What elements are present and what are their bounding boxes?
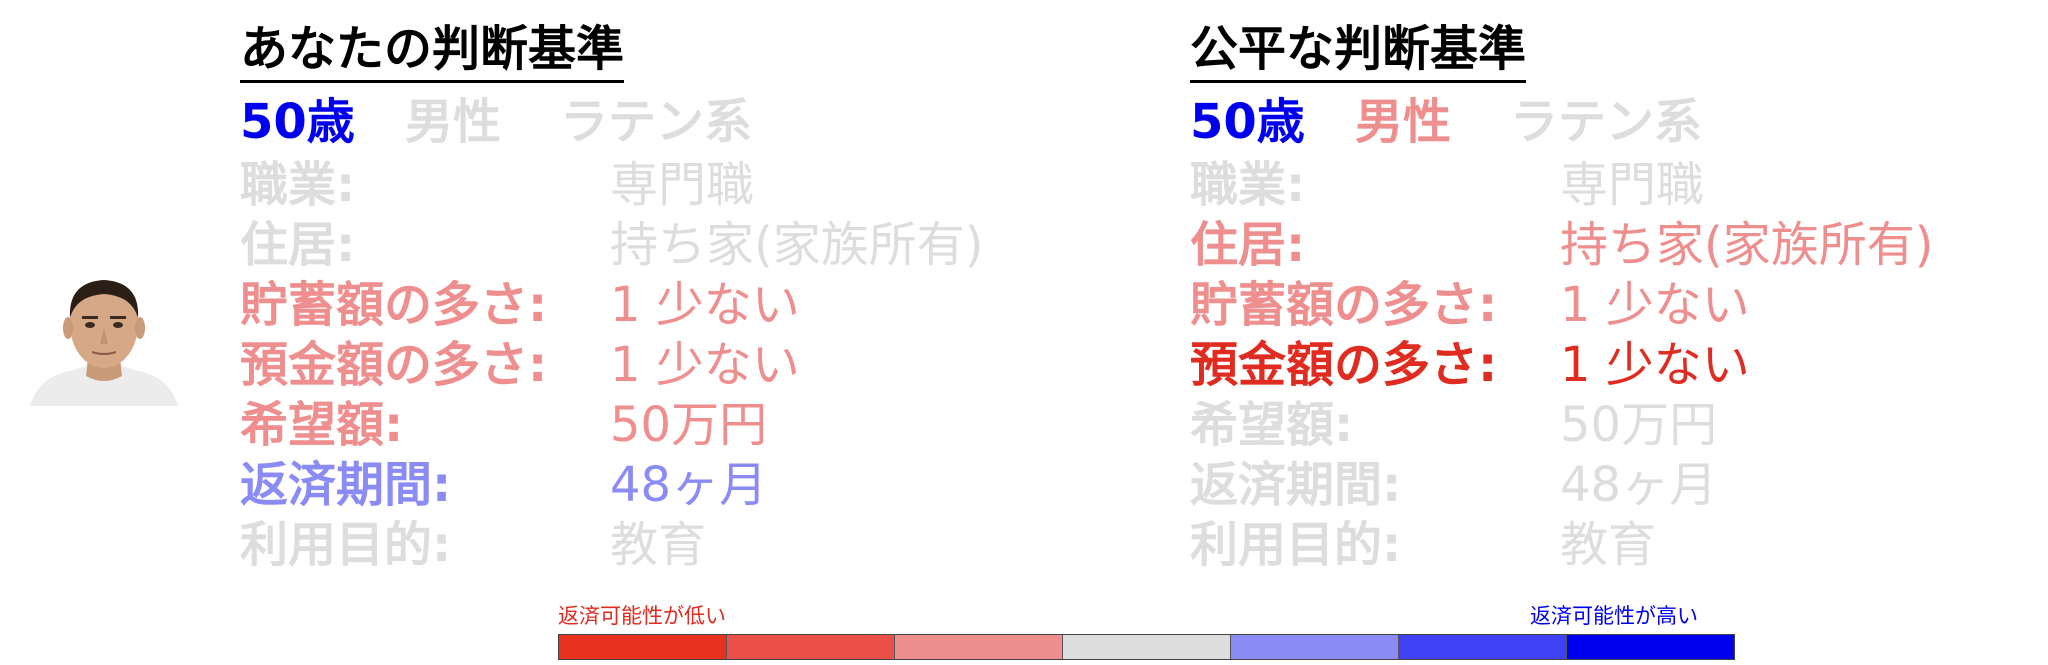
color-scale-cell <box>559 635 727 659</box>
criteria-label: 貯蓄額の多さ: <box>240 277 548 333</box>
criteria-rows: 職業: 専門職 住居: 持ち家(家族所有) 貯蓄額の多さ: 1 少ない 預金額の多さ: 1 少… <box>1190 155 1933 575</box>
color-scale-cell <box>895 635 1063 659</box>
criteria-value: 持ち家(家族所有) <box>610 217 984 273</box>
your-criteria-title: あなたの判断基準 <box>240 18 625 83</box>
criteria-value: 専門職 <box>610 157 755 213</box>
criteria-row: 希望額: 50万円 <box>1190 395 1717 455</box>
criteria-row: 預金額の多さ: 1 少ない <box>1190 335 1750 395</box>
criteria-label: 職業: <box>1190 157 1306 213</box>
criteria-value: 48ヶ月 <box>610 457 768 513</box>
criteria-value: 50万円 <box>610 397 768 453</box>
criteria-label: 返済期間: <box>240 457 452 513</box>
demographics: 50歳 男性 ラテン系 <box>1190 91 1702 153</box>
criteria-row: 返済期間: 48ヶ月 <box>1190 455 1717 515</box>
criteria-value: 1 少ない <box>1560 277 1750 333</box>
color-scale-cell <box>1567 635 1734 659</box>
age: 50歳 <box>1190 94 1305 150</box>
criteria-value: 1 少ない <box>610 277 800 333</box>
criteria-rows: 職業: 専門職 住居: 持ち家(家族所有) 貯蓄額の多さ: 1 少ない 預金額の多さ: 1 少… <box>240 155 983 575</box>
criteria-value: 持ち家(家族所有) <box>1560 217 1934 273</box>
your-criteria-panel: あなたの判断基準 50歳 男性 ラテン系 職業: 専門職 住居: 持ち家(家族所有) 貯… <box>240 18 983 575</box>
person-avatar <box>30 272 178 406</box>
gender: 男性 <box>1355 94 1452 150</box>
criteria-label: 預金額の多さ: <box>240 337 548 393</box>
criteria-row: 職業: 専門職 <box>240 155 754 215</box>
criteria-row: 利用目的: 教育 <box>240 515 706 575</box>
criteria-label: 希望額: <box>240 397 404 453</box>
criteria-label: 希望額: <box>1190 397 1354 453</box>
criteria-value: 教育 <box>1560 517 1657 573</box>
criteria-value: 専門職 <box>1560 157 1705 213</box>
criteria-label: 預金額の多さ: <box>1190 337 1498 393</box>
criteria-row: 返済期間: 48ヶ月 <box>240 455 767 515</box>
criteria-label: 貯蓄額の多さ: <box>1190 277 1498 333</box>
criteria-label: 住居: <box>1190 217 1306 273</box>
fair-criteria-panel: 公平な判断基準 50歳 男性 ラテン系 職業: 専門職 住居: 持ち家(家族所有) 貯蓄… <box>1190 18 1933 575</box>
ethnicity: ラテン系 <box>1510 94 1703 150</box>
gender: 男性 <box>405 94 502 150</box>
color-scale-cell <box>1399 635 1567 659</box>
fair-criteria-title: 公平な判断基準 <box>1190 18 1527 83</box>
criteria-row: 希望額: 50万円 <box>240 395 767 455</box>
criteria-row: 職業: 専門職 <box>1190 155 1704 215</box>
criteria-row: 貯蓄額の多さ: 1 少ない <box>240 275 800 335</box>
criteria-label: 住居: <box>240 217 356 273</box>
criteria-row: 貯蓄額の多さ: 1 少ない <box>1190 275 1750 335</box>
criteria-row: 住居: 持ち家(家族所有) <box>240 215 983 275</box>
color-scale-cell <box>1231 635 1399 659</box>
criteria-value: 48ヶ月 <box>1560 457 1718 513</box>
color-scale-bar <box>558 634 1735 660</box>
criteria-value: 1 少ない <box>610 337 800 393</box>
color-scale-cell <box>1063 635 1231 659</box>
criteria-value: 1 少ない <box>1560 337 1750 393</box>
criteria-label: 利用目的: <box>240 517 452 573</box>
criteria-label: 返済期間: <box>1190 457 1402 513</box>
criteria-label: 職業: <box>240 157 356 213</box>
scale-high-label: 返済可能性が高い <box>1530 604 1698 628</box>
criteria-row: 住居: 持ち家(家族所有) <box>1190 215 1933 275</box>
criteria-value: 教育 <box>610 517 707 573</box>
color-scale-cell <box>727 635 895 659</box>
age: 50歳 <box>240 94 355 150</box>
ethnicity: ラテン系 <box>560 94 753 150</box>
criteria-row: 預金額の多さ: 1 少ない <box>240 335 800 395</box>
criteria-value: 50万円 <box>1560 397 1718 453</box>
criteria-row: 利用目的: 教育 <box>1190 515 1656 575</box>
criteria-label: 利用目的: <box>1190 517 1402 573</box>
scale-low-label: 返済可能性が低い <box>558 604 726 628</box>
demographics: 50歳 男性 ラテン系 <box>240 91 752 153</box>
